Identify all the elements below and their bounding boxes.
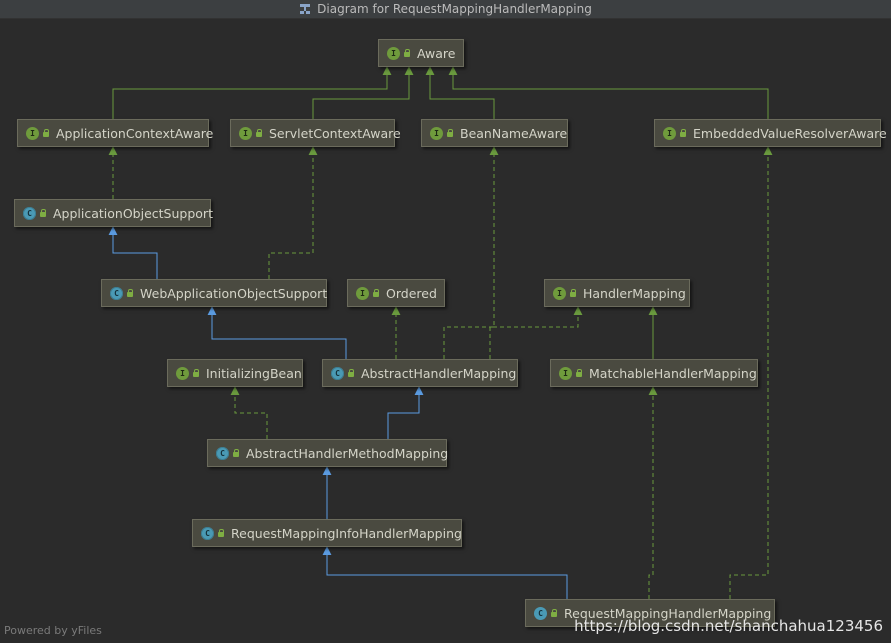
node-label: RequestMappingInfoHandlerMapping <box>231 525 462 541</box>
node-label: AbstractHandlerMethodMapping <box>246 445 449 461</box>
node-abstract-handler-method-mapping[interactable]: C AbstractHandlerMethodMapping <box>207 439 449 467</box>
interface-icon: I <box>176 366 189 380</box>
public-access-icon <box>575 369 583 377</box>
edge-abstract-handler-mapping-to-web-app-object-support <box>207 306 347 359</box>
node-request-mapping-info-handler-mapping[interactable]: C RequestMappingInfoHandlerMapping <box>192 519 462 547</box>
public-access-icon <box>42 129 50 137</box>
edge-web-app-object-support-to-app-object-support <box>108 226 158 279</box>
public-access-icon <box>126 289 134 297</box>
public-access-icon <box>550 609 558 617</box>
node-app-object-support[interactable]: C ApplicationObjectSupport <box>14 199 213 227</box>
edge-abstract-handler-mapping-to-bean-name-aware <box>443 146 499 359</box>
node-aware[interactable]: I Aware <box>378 39 464 67</box>
interface-icon: I <box>663 126 676 140</box>
edge-layer <box>108 66 773 599</box>
public-access-icon <box>232 449 240 457</box>
edge-abstract-handler-method-mapping-to-abstract-handler-mapping <box>387 386 424 439</box>
public-access-icon <box>403 49 411 57</box>
public-access-icon <box>192 369 200 377</box>
public-access-icon <box>347 369 355 377</box>
edge-abstract-handler-mapping-to-handler-mapping <box>489 306 583 359</box>
interface-icon: I <box>430 126 443 140</box>
public-access-icon <box>217 529 225 537</box>
node-label: BeanNameAware <box>460 125 568 141</box>
public-access-icon <box>372 289 380 297</box>
public-access-icon <box>679 129 687 137</box>
edge-embedded-value-resolver-aware-to-aware <box>448 66 769 119</box>
node-bean-name-aware[interactable]: I BeanNameAware <box>421 119 568 147</box>
node-app-context-aware[interactable]: I ApplicationContextAware <box>17 119 213 147</box>
public-access-icon <box>39 209 47 217</box>
edge-web-app-object-support-to-servlet-context-aware <box>268 146 318 279</box>
node-initializing-bean[interactable]: I InitializingBean <box>167 359 303 387</box>
node-label: ServletContextAware <box>269 125 401 141</box>
class-icon: C <box>23 206 36 220</box>
node-embedded-value-resolver-aware[interactable]: I EmbeddedValueResolverAware <box>654 119 887 147</box>
node-servlet-context-aware[interactable]: I ServletContextAware <box>230 119 401 147</box>
node-ordered[interactable]: I Ordered <box>347 279 445 307</box>
window-title: Diagram for RequestMappingHandlerMapping <box>317 2 592 16</box>
class-icon: C <box>110 286 123 300</box>
edge-request-mapping-handler-mapping-to-request-mapping-info-handler-mapping <box>322 546 568 599</box>
watermark-url: https://blog.csdn.net/shanchahua123456 <box>574 617 883 635</box>
node-abstract-handler-mapping[interactable]: C AbstractHandlerMapping <box>322 359 518 387</box>
node-label: Ordered <box>386 285 437 301</box>
powered-by-label: Powered by yFiles <box>4 624 102 637</box>
edge-abstract-handler-method-mapping-to-initializing-bean <box>230 386 268 439</box>
edge-request-mapping-handler-mapping-to-matchable-handler-mapping <box>648 386 658 599</box>
interface-icon: I <box>356 286 369 300</box>
node-label: MatchableHandlerMapping <box>589 365 757 381</box>
diagram-canvas[interactable]: I Aware I ApplicationContextAware I ServletCo… <box>0 18 891 643</box>
diagram-icon <box>299 3 311 15</box>
node-handler-mapping[interactable]: I HandlerMapping <box>544 279 690 307</box>
edge-app-context-aware-to-aware <box>112 66 392 119</box>
public-access-icon <box>446 129 454 137</box>
class-icon: C <box>216 446 229 460</box>
interface-icon: I <box>239 126 252 140</box>
interface-icon: I <box>553 286 566 300</box>
node-label: InitializingBean <box>206 365 302 381</box>
node-label: HandlerMapping <box>583 285 686 301</box>
node-label: Aware <box>417 45 456 61</box>
public-access-icon <box>569 289 577 297</box>
class-icon: C <box>331 366 344 380</box>
node-matchable-handler-mapping[interactable]: I MatchableHandlerMapping <box>550 359 758 387</box>
edge-servlet-context-aware-to-aware <box>312 66 414 119</box>
node-web-app-object-support[interactable]: C WebApplicationObjectSupport <box>101 279 327 307</box>
class-icon: C <box>534 606 547 620</box>
window-title-bar: Diagram for RequestMappingHandlerMapping <box>0 0 891 19</box>
interface-icon: I <box>387 46 400 60</box>
node-label: AbstractHandlerMapping <box>361 365 517 381</box>
interface-icon: I <box>26 126 39 140</box>
class-icon: C <box>201 526 214 540</box>
edge-bean-name-aware-to-aware <box>425 66 495 119</box>
node-label: ApplicationContextAware <box>56 125 214 141</box>
interface-icon: I <box>559 366 572 380</box>
public-access-icon <box>255 129 263 137</box>
node-label: ApplicationObjectSupport <box>53 205 213 221</box>
node-label: WebApplicationObjectSupport <box>140 285 328 301</box>
node-label: EmbeddedValueResolverAware <box>693 125 887 141</box>
